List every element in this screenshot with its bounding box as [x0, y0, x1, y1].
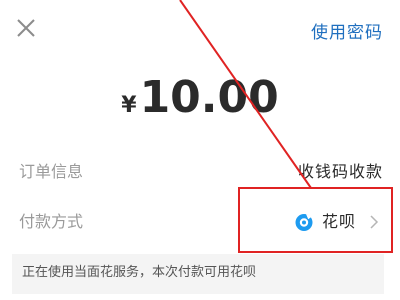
annotation-arrow-line — [179, 0, 312, 189]
annotation-highlight-box — [238, 187, 393, 253]
